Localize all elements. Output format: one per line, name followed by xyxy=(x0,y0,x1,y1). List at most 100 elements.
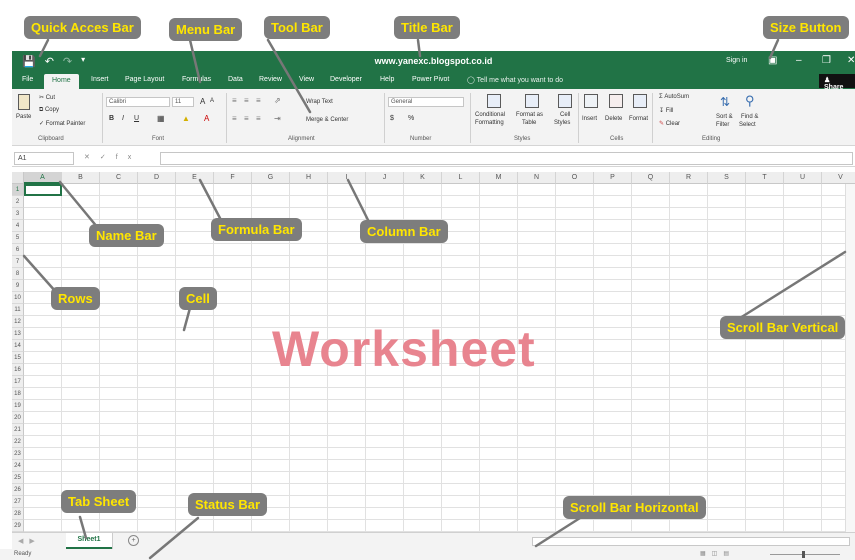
row-header-23[interactable]: 23 xyxy=(12,448,24,460)
column-header-b[interactable]: B xyxy=(62,172,100,184)
autosum-button[interactable]: Σ AutoSum xyxy=(659,94,689,100)
column-header-i[interactable]: I xyxy=(328,172,366,184)
restore-icon[interactable]: ❐ xyxy=(822,55,831,66)
align-right-icon[interactable]: ≡ xyxy=(256,114,261,123)
row-header-12[interactable]: 12 xyxy=(12,316,24,328)
conditional-formatting-label-2[interactable]: Formatting xyxy=(475,120,504,126)
tab-developer[interactable]: Developer xyxy=(330,76,362,83)
align-left-icon[interactable]: ≡ xyxy=(232,114,237,123)
ribbon-display-icon[interactable]: ▣ xyxy=(768,55,777,66)
row-header-24[interactable]: 24 xyxy=(12,460,24,472)
fill-color-icon[interactable]: ▲ xyxy=(182,114,190,123)
border-icon[interactable]: ▦ xyxy=(157,114,165,123)
bold-button[interactable]: B xyxy=(109,115,114,122)
minimize-icon[interactable]: – xyxy=(796,55,802,66)
formula-input[interactable] xyxy=(160,152,853,165)
column-header-a[interactable]: A xyxy=(24,172,62,184)
row-header-2[interactable]: 2 xyxy=(12,196,24,208)
zoom-slider[interactable] xyxy=(770,554,840,555)
wrap-text-button[interactable]: Wrap Text xyxy=(306,99,333,105)
row-header-14[interactable]: 14 xyxy=(12,340,24,352)
row-header-20[interactable]: 20 xyxy=(12,412,24,424)
font-color-icon[interactable]: A xyxy=(204,114,209,123)
tab-review[interactable]: Review xyxy=(259,76,282,83)
row-header-21[interactable]: 21 xyxy=(12,424,24,436)
column-header-g[interactable]: G xyxy=(252,172,290,184)
row-header-1[interactable]: 1 xyxy=(12,184,24,196)
row-header-28[interactable]: 28 xyxy=(12,508,24,520)
column-header-f[interactable]: F xyxy=(214,172,252,184)
name-box[interactable]: A1 xyxy=(14,152,74,165)
delete-cells-icon[interactable] xyxy=(609,94,623,108)
column-header-d[interactable]: D xyxy=(138,172,176,184)
fill-button[interactable]: ↧ Fill xyxy=(659,107,673,114)
clear-button[interactable]: ✎ Clear xyxy=(659,120,680,127)
format-as-table-icon[interactable] xyxy=(525,94,539,108)
column-header-e[interactable]: E xyxy=(176,172,214,184)
tab-file[interactable]: File xyxy=(22,76,33,83)
cell-styles-icon[interactable] xyxy=(558,94,572,108)
close-icon[interactable]: ✕ xyxy=(847,55,855,66)
tab-help[interactable]: Help xyxy=(380,76,394,83)
number-format-select[interactable]: General xyxy=(388,97,464,107)
tab-data[interactable]: Data xyxy=(228,76,243,83)
paste-icon[interactable] xyxy=(18,94,30,110)
enter-icon[interactable]: ✓ xyxy=(100,154,116,161)
cell-styles-label-2[interactable]: Styles xyxy=(554,120,570,126)
underline-button[interactable]: U xyxy=(134,115,139,122)
align-middle-icon[interactable]: ≡ xyxy=(244,96,249,105)
align-bottom-icon[interactable]: ≡ xyxy=(256,96,261,105)
sort-filter-label[interactable]: Sort & xyxy=(716,114,733,120)
row-header-27[interactable]: 27 xyxy=(12,496,24,508)
tab-insert[interactable]: Insert xyxy=(91,76,109,83)
row-header-5[interactable]: 5 xyxy=(12,232,24,244)
format-cells-icon[interactable] xyxy=(633,94,647,108)
format-painter-button[interactable]: ✓ Format Painter xyxy=(39,120,85,127)
indent-icon[interactable]: ⇥ xyxy=(274,114,281,123)
row-header-15[interactable]: 15 xyxy=(12,352,24,364)
percent-button[interactable]: % xyxy=(408,115,414,122)
add-sheet-button[interactable]: + xyxy=(128,535,139,546)
column-header-s[interactable]: S xyxy=(708,172,746,184)
grow-font-icon[interactable]: A xyxy=(200,97,205,106)
column-header-p[interactable]: P xyxy=(594,172,632,184)
column-header-n[interactable]: N xyxy=(518,172,556,184)
format-cells-button[interactable]: Format xyxy=(629,116,648,122)
vertical-scrollbar[interactable] xyxy=(845,184,855,532)
row-header-17[interactable]: 17 xyxy=(12,376,24,388)
orientation-icon[interactable]: ⇗ xyxy=(274,96,281,105)
share-button[interactable]: ♟ Share xyxy=(819,74,855,91)
zoom-slider-knob[interactable] xyxy=(802,551,805,558)
format-as-table-label-2[interactable]: Table xyxy=(522,120,536,126)
row-header-22[interactable]: 22 xyxy=(12,436,24,448)
paste-button[interactable]: Paste xyxy=(16,114,31,120)
column-header-u[interactable]: U xyxy=(784,172,822,184)
row-header-8[interactable]: 8 xyxy=(12,268,24,280)
row-header-13[interactable]: 13 xyxy=(12,328,24,340)
view-buttons[interactable]: ▦◫▤ xyxy=(700,550,735,557)
column-header-q[interactable]: Q xyxy=(632,172,670,184)
column-header-j[interactable]: J xyxy=(366,172,404,184)
column-header-c[interactable]: C xyxy=(100,172,138,184)
insert-function-icon[interactable]: fx xyxy=(116,154,141,161)
align-center-icon[interactable]: ≡ xyxy=(244,114,249,123)
sheet-nav-arrows[interactable]: ◀▶ xyxy=(18,537,41,545)
row-header-19[interactable]: 19 xyxy=(12,400,24,412)
select-all-corner[interactable] xyxy=(12,172,24,184)
row-header-9[interactable]: 9 xyxy=(12,280,24,292)
row-header-11[interactable]: 11 xyxy=(12,304,24,316)
column-header-t[interactable]: T xyxy=(746,172,784,184)
tab-formulas[interactable]: Formulas xyxy=(182,76,211,83)
conditional-formatting-icon[interactable] xyxy=(487,94,501,108)
delete-cells-button[interactable]: Delete xyxy=(605,116,622,122)
font-size-select[interactable]: 11 xyxy=(172,97,194,107)
row-header-25[interactable]: 25 xyxy=(12,472,24,484)
column-header-v[interactable]: V xyxy=(822,172,855,184)
row-header-26[interactable]: 26 xyxy=(12,484,24,496)
tab-page-layout[interactable]: Page Layout xyxy=(125,76,164,83)
row-header-7[interactable]: 7 xyxy=(12,256,24,268)
row-header-29[interactable]: 29 xyxy=(12,520,24,532)
row-header-4[interactable]: 4 xyxy=(12,220,24,232)
insert-cells-icon[interactable] xyxy=(584,94,598,108)
column-header-o[interactable]: O xyxy=(556,172,594,184)
